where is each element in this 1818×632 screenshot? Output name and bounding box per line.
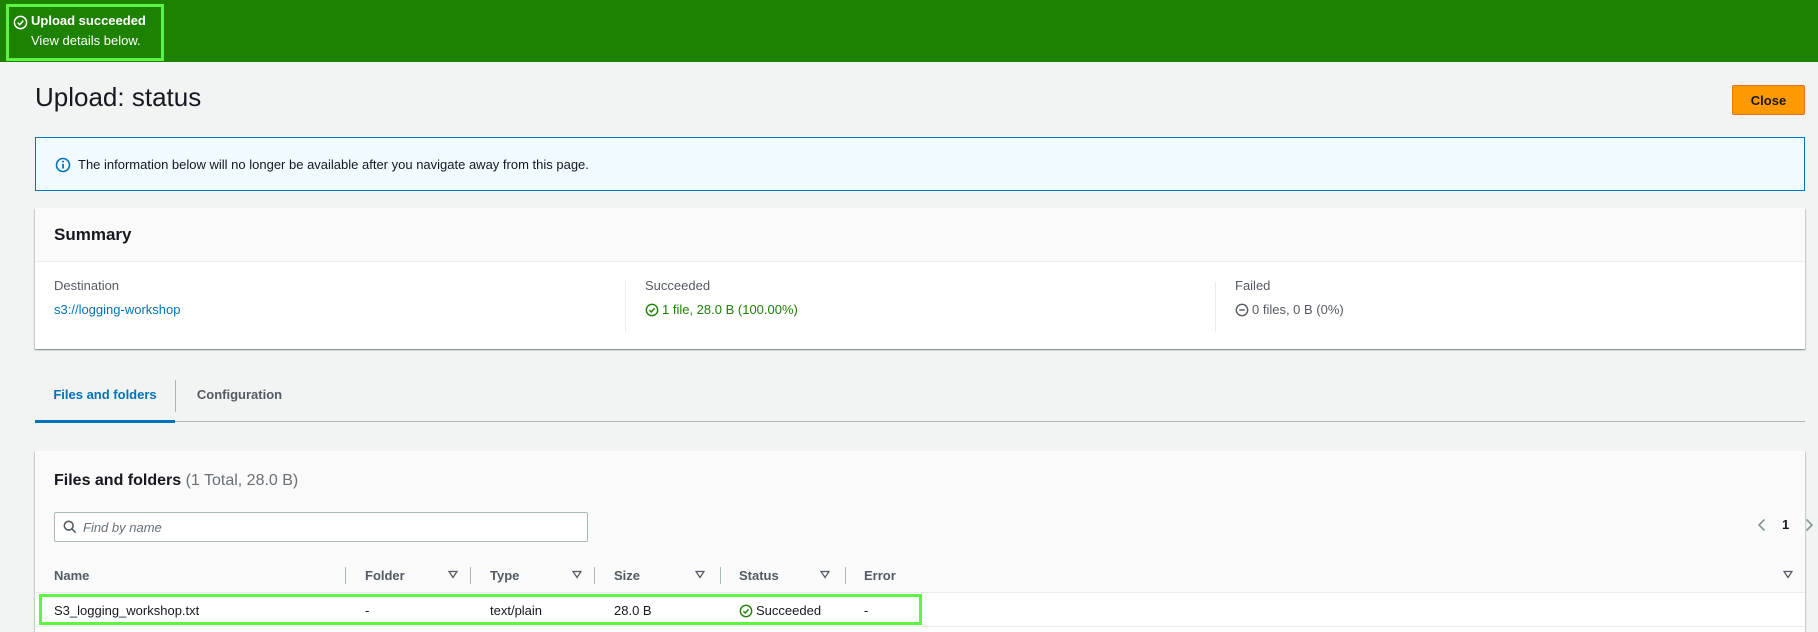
info-alert-text: The information below will no longer be …	[78, 157, 589, 172]
page-title: Upload: status	[35, 82, 202, 112]
flash-title: Upload succeeded	[31, 13, 146, 28]
info-icon	[55, 157, 71, 173]
flashbar: Upload succeeded View details below.	[0, 0, 1818, 62]
failed-value-group: 0 files, 0 B (0%)	[1235, 302, 1344, 317]
table-row: S3_logging_workshop.txt - text/plain 28.…	[35, 593, 1805, 627]
files-title: Files and folders (1 Total, 28.0 B)	[54, 472, 298, 490]
column-resizer[interactable]	[594, 567, 595, 584]
column-resizer[interactable]	[845, 567, 846, 584]
succeeded-label: Succeeded	[645, 278, 711, 293]
files-table-header: Files and folders (1 Total, 28.0 B) 1	[35, 451, 1814, 557]
files-table-container: Files and folders (1 Total, 28.0 B) 1 Na…	[35, 451, 1814, 632]
search-box	[54, 512, 588, 542]
column-header-folder[interactable]: Folder	[365, 568, 405, 583]
succeeded-value-group: 1 file, 28.0 B (100.00%)	[645, 302, 798, 317]
summary-container: Summary Destination s3://logging-worksho…	[35, 208, 1805, 349]
column-header-type[interactable]: Type	[490, 568, 519, 583]
status-text: Succeeded	[756, 603, 822, 618]
sort-caret-icon[interactable]	[448, 570, 458, 579]
table-header-row: Name Folder Type Size Status Error	[35, 557, 1805, 593]
file-name-link[interactable]: S3_logging_workshop.txt	[54, 603, 199, 618]
cell-folder: -	[365, 603, 370, 618]
page-number[interactable]: 1	[1782, 517, 1789, 532]
close-button[interactable]: Close	[1732, 85, 1805, 115]
column-resizer[interactable]	[470, 567, 471, 584]
chevron-left-icon[interactable]	[1754, 517, 1770, 533]
tab-files-and-folders[interactable]: Files and folders	[35, 378, 175, 423]
column-header-name[interactable]: Name	[54, 568, 89, 583]
tab-bar: Files and folders Configuration	[35, 378, 1805, 423]
destination-label: Destination	[54, 278, 120, 293]
check-circle-icon	[13, 15, 28, 30]
failed-label: Failed	[1235, 278, 1271, 293]
pagination: 1	[1749, 513, 1818, 537]
tab-configuration[interactable]: Configuration	[176, 378, 303, 422]
cell-status: Succeeded	[739, 603, 821, 618]
files-title-text: Files and folders	[54, 472, 182, 489]
column-divider	[1215, 282, 1216, 332]
info-alert: The information below will no longer be …	[35, 137, 1805, 191]
sort-caret-icon[interactable]	[572, 570, 582, 579]
cell-type: text/plain	[490, 603, 543, 618]
flash-success-message: Upload succeeded View details below.	[6, 4, 164, 61]
destination-link[interactable]: s3://logging-workshop	[54, 302, 180, 317]
column-resizer[interactable]	[720, 567, 721, 584]
succeeded-value: 1 file, 28.0 B (100.00%)	[662, 302, 798, 317]
search-icon	[63, 520, 77, 534]
column-header-error[interactable]: Error	[864, 568, 896, 583]
failed-value: 0 files, 0 B (0%)	[1252, 302, 1344, 317]
check-circle-icon	[739, 604, 753, 618]
cell-size: 28.0 B	[614, 603, 652, 618]
summary-title: Summary	[54, 225, 132, 244]
sort-caret-icon[interactable]	[820, 570, 830, 579]
column-header-size[interactable]: Size	[614, 568, 640, 583]
summary-header: Summary	[35, 208, 1805, 262]
chevron-right-icon[interactable]	[1801, 517, 1817, 533]
minus-circle-icon	[1235, 303, 1249, 317]
files-count: (1 Total, 28.0 B)	[185, 472, 299, 489]
flash-message: View details below.	[31, 33, 141, 48]
sort-caret-icon[interactable]	[695, 570, 705, 579]
sort-caret-icon[interactable]	[1783, 570, 1793, 579]
cell-error: -	[864, 603, 869, 618]
search-input[interactable]	[83, 517, 578, 537]
column-resizer[interactable]	[345, 567, 346, 584]
column-header-status[interactable]: Status	[739, 568, 779, 583]
column-divider	[625, 282, 626, 332]
check-circle-icon	[645, 303, 659, 317]
